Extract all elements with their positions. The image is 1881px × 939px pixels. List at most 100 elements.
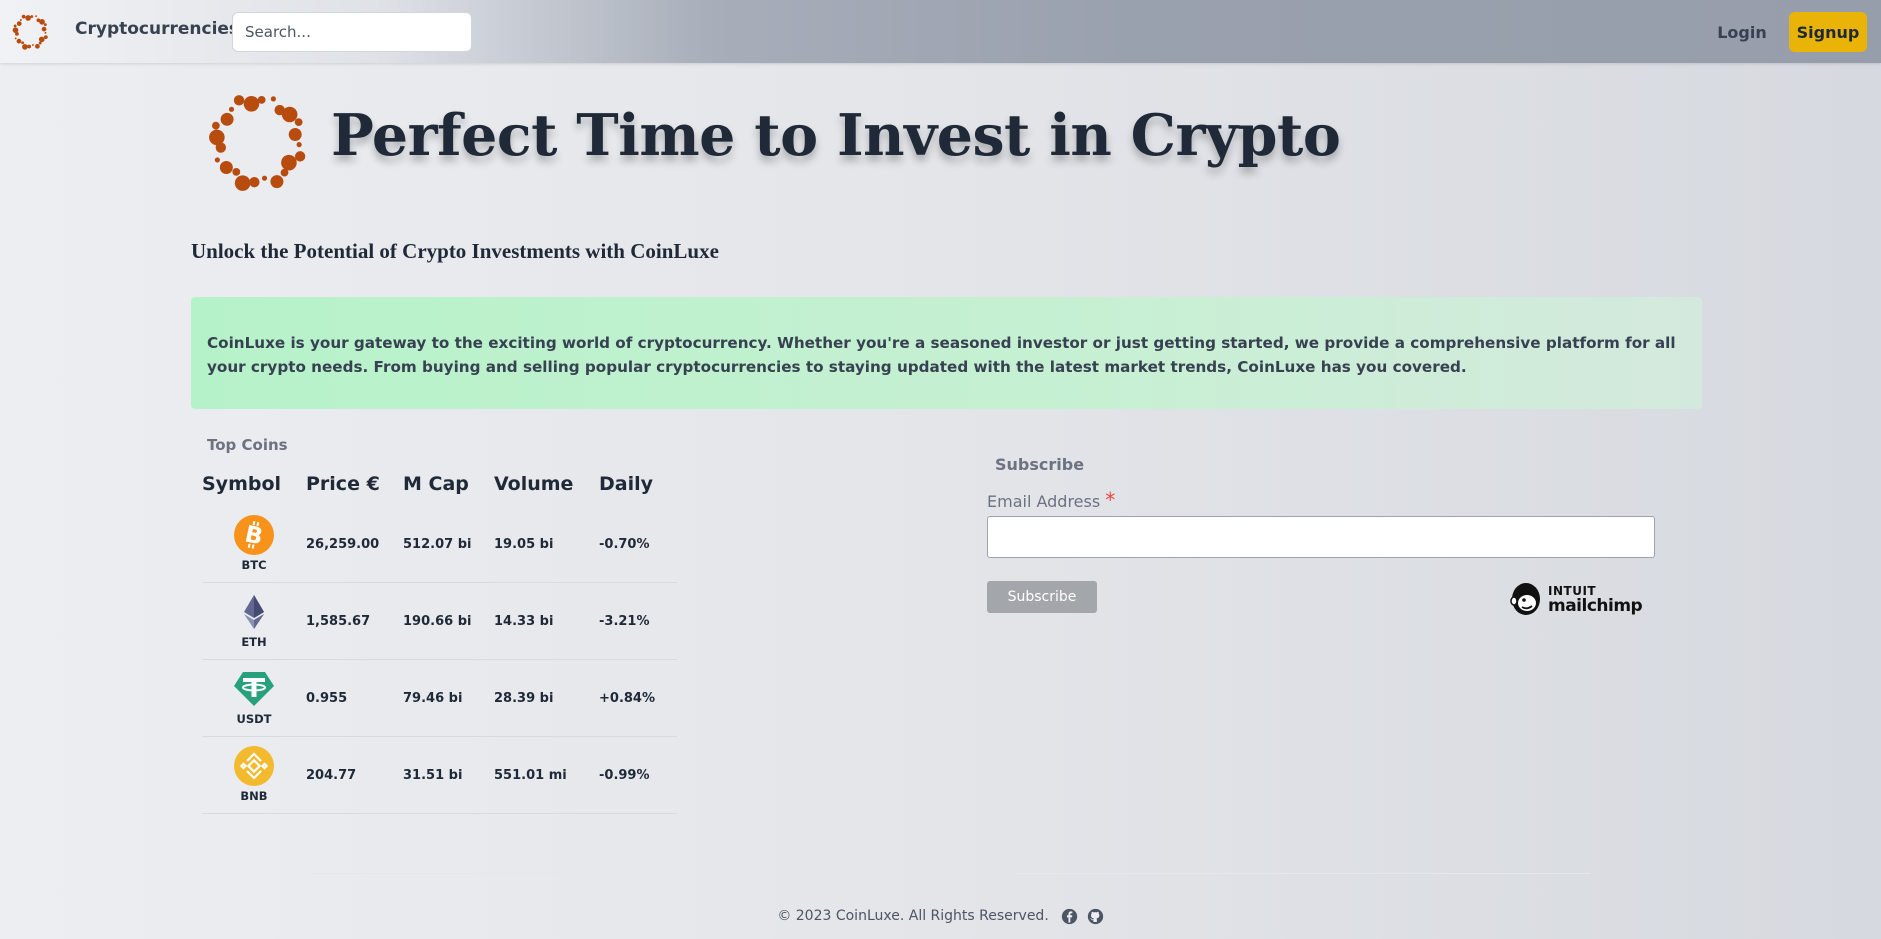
logo-dot <box>43 23 47 27</box>
logo-dot <box>16 38 22 44</box>
logo-dot <box>14 37 17 40</box>
coin-price: 1,585.67 <box>306 582 403 660</box>
coin-price: 204.77 <box>306 736 403 814</box>
copyright-text: © 2023 CoinLuxe. All Rights Reserved. <box>777 908 1049 924</box>
logo-dot <box>22 44 28 50</box>
coin-mcap: 190.66 bi <box>403 582 494 660</box>
coin-daily-change: -3.21% <box>599 582 677 660</box>
coin-symbol: BTC <box>241 558 267 572</box>
logo-dot <box>219 161 233 175</box>
logo-dot <box>35 43 40 49</box>
page-title: Perfect Time to Invest in Crypto <box>331 102 1341 169</box>
github-icon[interactable] <box>1087 908 1104 925</box>
logo-dot <box>257 95 266 104</box>
logo-dot <box>31 44 34 46</box>
required-marker: * <box>1105 488 1116 512</box>
logo-dot <box>39 18 45 25</box>
logo-dot <box>294 151 306 162</box>
footer-divider <box>1015 873 1590 874</box>
coin-mcap: 79.46 bi <box>403 659 494 737</box>
coin-mcap: 512.07 bi <box>403 506 494 583</box>
coin-daily-change: -0.99% <box>599 736 677 814</box>
email-label: Email Address * <box>987 488 1115 512</box>
logo-dot <box>211 121 220 130</box>
logo-dot <box>16 21 22 26</box>
logo-dot <box>281 106 298 123</box>
coin-mcap: 31.51 bi <box>403 736 494 814</box>
coin-symbol-cell: B BTC <box>202 506 306 583</box>
logo-dot <box>233 95 245 106</box>
table-row[interactable]: B BTC 26,259.00 512.07 bi 19.05 bi -0.70… <box>202 506 677 583</box>
logo-dot <box>234 175 251 191</box>
facebook-icon[interactable] <box>1061 908 1078 925</box>
coin-volume: 14.33 bi <box>494 582 599 660</box>
logo-dot <box>220 112 234 126</box>
logo-dot <box>43 35 48 39</box>
logo-dot <box>21 41 25 45</box>
page-subtitle: Unlock the Potential of Crypto Investmen… <box>191 239 719 263</box>
logo-dot <box>19 19 22 21</box>
logo-dot <box>44 31 47 34</box>
nav-brand-link[interactable]: Cryptocurrencies <box>75 19 239 39</box>
logo-dot <box>294 118 303 126</box>
coin-symbol-cell: ETH <box>202 582 306 660</box>
coin-symbol-cell: USDT <box>202 659 306 737</box>
coin-price: 0.955 <box>306 659 403 737</box>
coin-volume: 28.39 bi <box>494 659 599 737</box>
logo-dot <box>38 36 45 43</box>
ethereum-icon <box>244 595 264 629</box>
mailchimp-freddie-icon <box>1510 583 1540 615</box>
logo-dot <box>12 27 19 34</box>
coin-volume: 551.01 mi <box>494 736 599 814</box>
column-header-symbol: Symbol <box>202 473 282 495</box>
coins-table: Symbol Price € M Cap Volume Daily B BTC … <box>202 462 677 814</box>
hero-logo-icon <box>209 95 306 191</box>
logo-dot <box>35 15 38 18</box>
brand-logo-icon[interactable] <box>9 10 52 53</box>
coins-caption: Top Coins <box>207 436 288 454</box>
column-header-volume: Volume <box>494 473 574 495</box>
logo-dot <box>13 24 17 28</box>
logo-dot <box>288 127 302 141</box>
table-row[interactable]: ETH 1,585.67 190.66 bi 14.33 bi -3.21% <box>202 582 677 660</box>
tether-icon <box>234 672 274 706</box>
footer-divider <box>311 873 575 874</box>
intro-text: CoinLuxe is your gateway to the exciting… <box>207 334 1676 376</box>
email-label-text: Email Address <box>987 492 1101 511</box>
coin-symbol: ETH <box>241 635 267 649</box>
coin-daily-change: -0.70% <box>599 506 677 583</box>
logo-dot <box>243 96 260 112</box>
coin-daily-change: +0.84% <box>599 659 677 737</box>
logo-dot <box>281 154 297 171</box>
logo-dot <box>232 168 241 176</box>
logo-dot <box>25 15 31 21</box>
table-row[interactable]: BNB 204.77 31.51 bi 551.01 mi -0.99% <box>202 736 677 814</box>
logo-dot <box>209 129 225 146</box>
logo-dot <box>41 26 47 32</box>
signup-button[interactable]: Signup <box>1789 12 1867 52</box>
mailchimp-name-text: mailchimp <box>1548 596 1643 616</box>
search-input[interactable] <box>232 12 472 52</box>
logo-dot <box>249 176 260 188</box>
intro-banner: CoinLuxe is your gateway to the exciting… <box>191 297 1702 409</box>
coin-volume: 19.05 bi <box>494 506 599 583</box>
table-row[interactable]: USDT 0.955 79.46 bi 28.39 bi +0.84% <box>202 659 677 737</box>
column-header-price: Price € <box>306 473 380 495</box>
logo-dot <box>27 44 32 49</box>
table-header-row: Symbol Price € M Cap Volume Daily <box>202 462 677 506</box>
logo-dot <box>296 142 302 148</box>
logo-dot <box>270 96 276 102</box>
email-field[interactable] <box>987 516 1655 558</box>
coin-symbol: BNB <box>240 789 268 803</box>
login-button[interactable]: Login <box>1711 12 1773 52</box>
subscribe-title: Subscribe <box>995 455 1085 474</box>
logo-dot <box>280 168 289 177</box>
logo-dot <box>30 15 34 18</box>
subscribe-button[interactable]: Subscribe <box>987 581 1097 613</box>
bitcoin-icon: B <box>234 515 274 555</box>
coin-symbol-cell: BNB <box>202 736 306 814</box>
logo-dot <box>38 41 42 45</box>
coin-price: 26,259.00 <box>306 506 403 583</box>
footer: © 2023 CoinLuxe. All Rights Reserved. <box>0 905 1881 927</box>
mailchimp-badge[interactable]: INTUIT mailchimp <box>1510 581 1643 617</box>
